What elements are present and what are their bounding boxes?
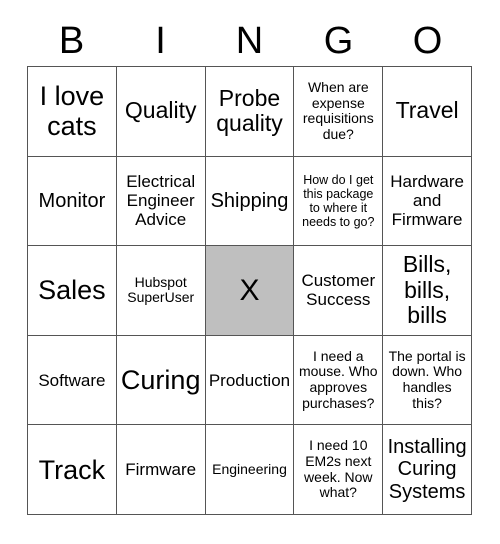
bingo-cell-o5[interactable]: Installing Curing Systems <box>383 425 472 515</box>
bingo-cell-label: Production <box>208 370 291 390</box>
bingo-cell-o2[interactable]: Hardware and Firmware <box>383 156 472 247</box>
bingo-cell-g2[interactable]: How do I get this package to where it ne… <box>294 156 384 247</box>
bingo-cell-label: How do I get this package to where it ne… <box>302 172 375 229</box>
bingo-cell-n4[interactable]: Production <box>205 335 295 426</box>
bingo-cell-g1[interactable]: When are expense requisitions due? <box>294 67 384 157</box>
bingo-cell-label: Electrical Engineer Advice <box>126 172 196 230</box>
bingo-cell-label: Firmware <box>125 460 197 480</box>
bingo-cell-i1[interactable]: Quality <box>116 67 206 157</box>
bingo-cell-label: When are expense requisitions due? <box>302 78 374 142</box>
bingo-cell-label: Curing <box>120 364 201 395</box>
bingo-cell-label: I need a mouse. Who approves purchases? <box>298 347 378 411</box>
free-space-mark: X <box>239 273 260 307</box>
bingo-cell-free-space[interactable]: X <box>205 246 295 336</box>
bingo-cell-n5[interactable]: Engineering <box>205 425 295 515</box>
bingo-cell-label: Software <box>38 370 106 390</box>
bingo-cell-b4[interactable]: Software <box>28 335 117 426</box>
bingo-cell-i2[interactable]: Electrical Engineer Advice <box>116 156 206 247</box>
bingo-cell-n2[interactable]: Shipping <box>205 156 295 247</box>
bingo-cell-o3[interactable]: Bills, bills, bills <box>383 246 472 336</box>
bingo-cell-label: Installing Curing Systems <box>387 436 467 503</box>
bingo-cell-n1[interactable]: Probe quality <box>205 67 295 157</box>
bingo-cell-label: Shipping <box>210 189 289 212</box>
header-letter-n: N <box>235 20 264 62</box>
bingo-cell-g5[interactable]: I need 10 EM2s next week. Now what? <box>294 425 384 515</box>
bingo-cell-b1[interactable]: I love cats <box>28 67 117 157</box>
bingo-cell-label: Travel <box>395 97 459 124</box>
header-letter-o: O <box>412 20 443 62</box>
bingo-cell-label: Monitor <box>38 189 106 212</box>
bingo-cell-b2[interactable]: Monitor <box>28 156 117 247</box>
bingo-cell-label: The portal is down. Who handles this? <box>388 347 466 411</box>
bingo-cell-g4[interactable]: I need a mouse. Who approves purchases? <box>294 335 384 426</box>
bingo-cell-label: Bills, bills, bills <box>402 250 452 329</box>
bingo-cell-b3[interactable]: Sales <box>28 246 117 336</box>
bingo-cell-label: Hardware and Firmware <box>390 172 464 230</box>
bingo-cell-label: I need 10 EM2s next week. Now what? <box>304 437 373 501</box>
bingo-cell-g3[interactable]: Customer Success <box>294 246 384 336</box>
bingo-cell-o4[interactable]: The portal is down. Who handles this? <box>383 335 472 426</box>
bingo-cell-label: Hubspot SuperUser <box>127 273 195 306</box>
header-letter-g: G <box>323 20 354 62</box>
bingo-cell-label: Quality <box>124 97 197 124</box>
bingo-cell-label: Customer Success <box>301 271 376 310</box>
bingo-cell-label: Sales <box>38 275 106 306</box>
bingo-header: B I N G O <box>27 16 472 66</box>
bingo-cell-i4[interactable]: Curing <box>116 335 206 426</box>
bingo-cell-b5[interactable]: Track <box>28 425 117 515</box>
header-letter-i: I <box>155 20 166 62</box>
bingo-cell-label: Engineering <box>212 460 287 477</box>
bingo-cell-i3[interactable]: Hubspot SuperUser <box>116 246 206 336</box>
bingo-card: B I N G O I love cats Quality Probe qual… <box>0 0 500 544</box>
bingo-cell-label: Track <box>38 454 106 485</box>
bingo-cell-i5[interactable]: Firmware <box>116 425 206 515</box>
header-letter-b: B <box>58 20 85 62</box>
bingo-grid: I love cats Quality Probe quality When a… <box>27 66 472 515</box>
bingo-cell-label: I love cats <box>39 81 105 142</box>
bingo-cell-label: Probe quality <box>216 84 283 137</box>
bingo-cell-o1[interactable]: Travel <box>383 67 472 157</box>
